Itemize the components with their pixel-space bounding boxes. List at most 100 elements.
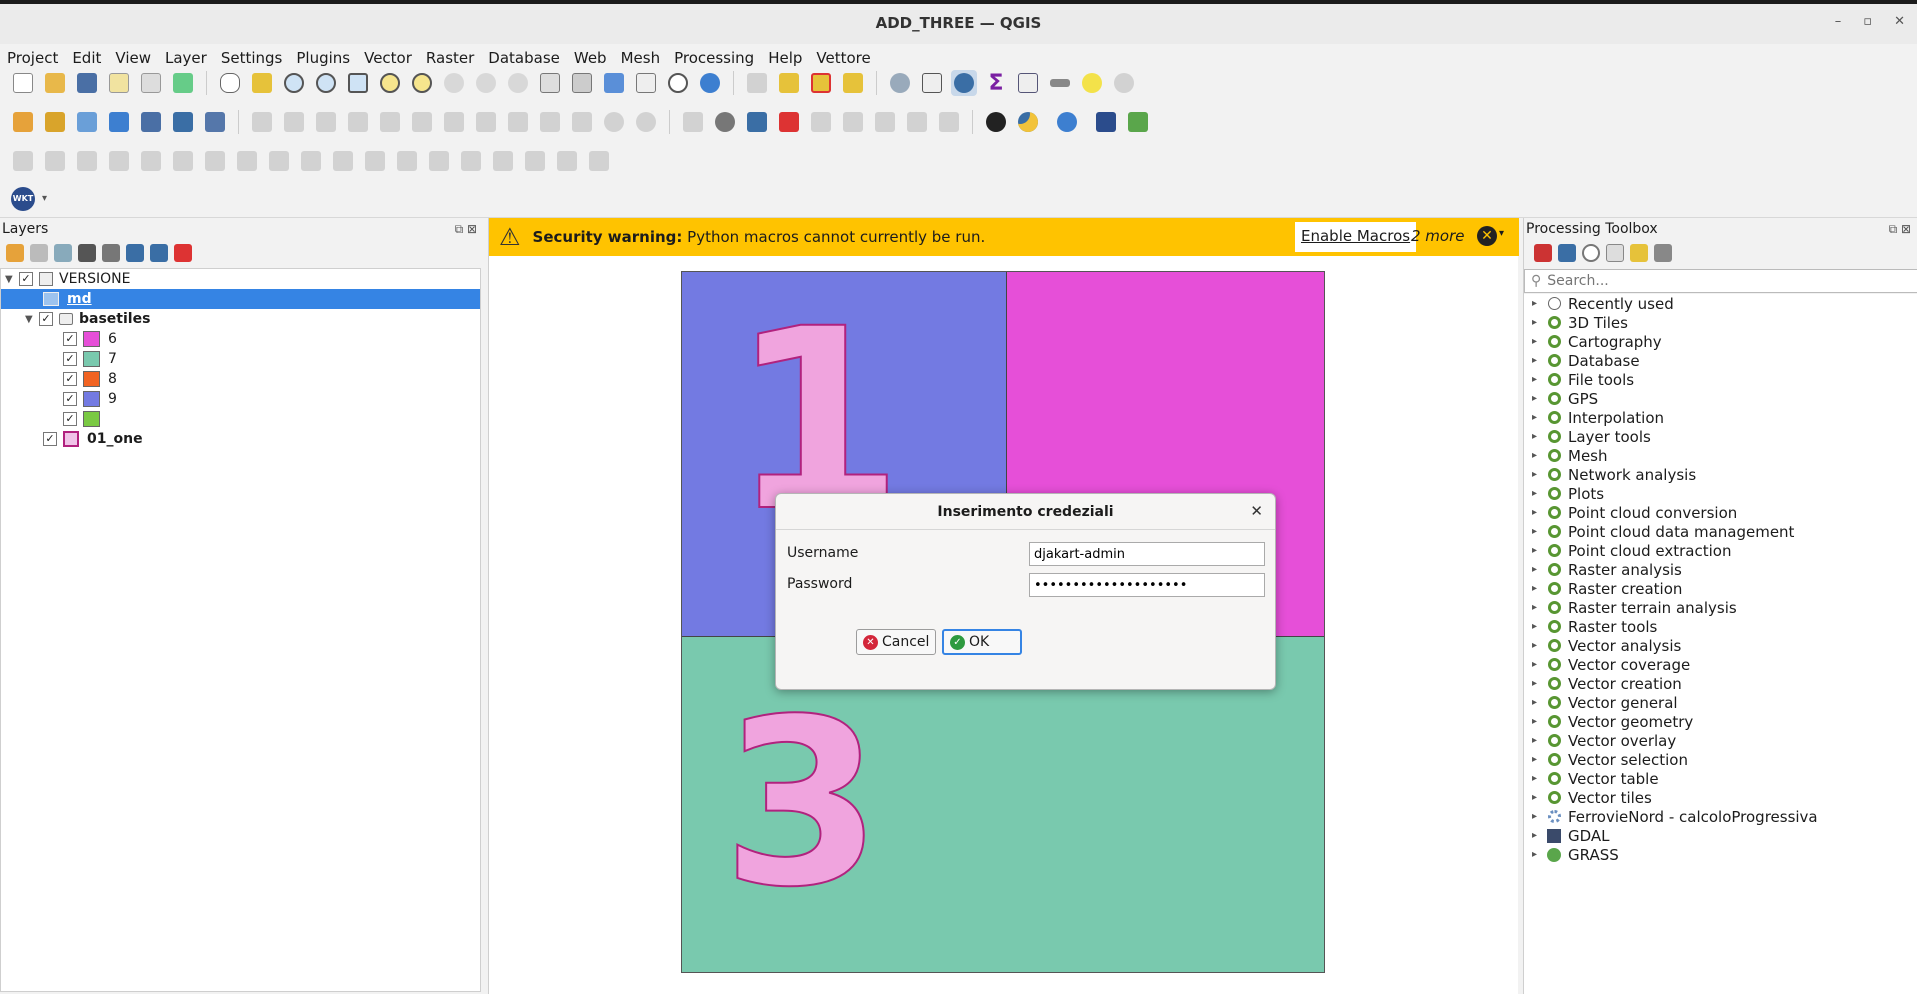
temporal-controller-icon[interactable]	[665, 70, 691, 96]
rotate-feature-icon[interactable]	[74, 148, 100, 174]
merge-attributes-icon[interactable]	[490, 148, 516, 174]
chevron-right-icon[interactable]: ▸	[1532, 830, 1546, 841]
class-checkbox[interactable]: ✓	[63, 372, 77, 386]
toolbox-item[interactable]: ▸ Layer tools	[1524, 427, 1917, 446]
chevron-right-icon[interactable]: ▸	[1532, 488, 1546, 499]
help-icon[interactable]	[1093, 109, 1119, 135]
measure-icon[interactable]	[1047, 70, 1073, 96]
maximize-button[interactable]: ▫	[1863, 14, 1872, 29]
chevron-right-icon[interactable]: ▸	[1532, 754, 1546, 765]
toolbox-item[interactable]: ▸ Point cloud data management	[1524, 522, 1917, 541]
chevron-right-icon[interactable]: ▸	[1532, 621, 1546, 632]
show-hide-label-icon[interactable]	[904, 109, 930, 135]
toolbox-item[interactable]: ▸ FerrovieNord - calcoloProgressiva	[1524, 807, 1917, 826]
select-by-value-icon[interactable]	[776, 70, 802, 96]
toolbox-item[interactable]: ▸ Raster terrain analysis	[1524, 598, 1917, 617]
chevron-right-icon[interactable]: ▸	[1532, 545, 1546, 556]
chevron-right-icon[interactable]: ▸	[1532, 526, 1546, 537]
chevron-right-icon[interactable]: ▸	[1532, 469, 1546, 480]
layer-row-md[interactable]: md	[1, 289, 480, 309]
zoom-out-icon[interactable]	[313, 70, 339, 96]
toolbox-item[interactable]: ▸ Recently used	[1524, 294, 1917, 313]
new-spatialite-icon[interactable]	[106, 109, 132, 135]
open-project-icon[interactable]	[42, 70, 68, 96]
chevron-right-icon[interactable]: ▸	[1532, 431, 1546, 442]
toolbox-item[interactable]: ▸ Vector creation	[1524, 674, 1917, 693]
redo-icon[interactable]	[633, 109, 659, 135]
add-ring-icon[interactable]	[170, 148, 196, 174]
statistics-sigma-icon[interactable]: Σ	[983, 70, 1009, 96]
models-icon[interactable]	[1534, 244, 1552, 262]
new-shapefile-icon[interactable]	[74, 109, 100, 135]
scale-feature-icon[interactable]	[106, 148, 132, 174]
chevron-right-icon[interactable]: ▸	[1532, 659, 1546, 670]
copy-features-icon[interactable]	[537, 109, 563, 135]
toolbox-item[interactable]: ▸ Vector tiles	[1524, 788, 1917, 807]
style-panel-icon[interactable]	[6, 244, 24, 262]
digitize-icon[interactable]	[345, 109, 371, 135]
attributes-chart-icon[interactable]	[919, 70, 945, 96]
label-abc-icon[interactable]	[776, 109, 802, 135]
fill-ring-icon[interactable]	[234, 148, 260, 174]
label-properties-icon[interactable]	[936, 109, 962, 135]
class-row-8[interactable]: ✓ 8	[1, 369, 480, 389]
chevron-right-icon[interactable]: ▸	[1532, 450, 1546, 461]
open-data-source-icon[interactable]	[10, 109, 36, 135]
collapse-all-icon[interactable]	[150, 244, 168, 262]
layer-row-versione[interactable]: ▼ ✓ VERSIONE	[1, 269, 480, 289]
chevron-down-icon[interactable]: ▼	[25, 314, 39, 325]
chevron-right-icon[interactable]: ▸	[1532, 640, 1546, 651]
move-label-icon[interactable]	[808, 109, 834, 135]
chevron-down-icon[interactable]: ▾	[1499, 228, 1504, 239]
split-features-icon[interactable]	[394, 148, 420, 174]
chevron-right-icon[interactable]: ▸	[1532, 355, 1546, 366]
toolbox-item[interactable]: ▸ Vector geometry	[1524, 712, 1917, 731]
class-row-6[interactable]: ✓ 6	[1, 329, 480, 349]
class-checkbox[interactable]: ✓	[63, 392, 77, 406]
toolbox-item[interactable]: ▸ Point cloud conversion	[1524, 503, 1917, 522]
toolbox-item[interactable]: ▸ Vector coverage	[1524, 655, 1917, 674]
toolbox-search[interactable]: ⚲	[1524, 269, 1917, 293]
results-viewer-icon[interactable]	[1606, 244, 1624, 262]
change-label-icon[interactable]	[872, 109, 898, 135]
layer-checkbox[interactable]: ✓	[39, 312, 53, 326]
new-map-view-icon[interactable]	[537, 70, 563, 96]
save-project-icon[interactable]	[74, 70, 100, 96]
add-vector-icon[interactable]	[202, 109, 228, 135]
split-parts-icon[interactable]	[426, 148, 452, 174]
remove-layer-icon[interactable]	[174, 244, 192, 262]
toolbox-item[interactable]: ▸ Point cloud extraction	[1524, 541, 1917, 560]
chevron-right-icon[interactable]: ▸	[1532, 773, 1546, 784]
label-pin-icon[interactable]	[712, 109, 738, 135]
class-checkbox[interactable]: ✓	[63, 412, 77, 426]
zoom-next-icon[interactable]	[505, 70, 531, 96]
more-messages-label[interactable]: 2 more	[1411, 227, 1465, 245]
layer-checkbox[interactable]: ✓	[19, 272, 33, 286]
chevron-right-icon[interactable]: ▸	[1532, 298, 1546, 309]
chevron-right-icon[interactable]: ▸	[1532, 393, 1546, 404]
merge-features-icon[interactable]	[458, 148, 484, 174]
chevron-right-icon[interactable]: ▸	[1532, 564, 1546, 575]
delete-part-icon[interactable]	[298, 148, 324, 174]
chevron-right-icon[interactable]: ▸	[1532, 412, 1546, 423]
new-print-layout-icon[interactable]	[106, 70, 132, 96]
toolbox-item[interactable]: ▸ Interpolation	[1524, 408, 1917, 427]
chevron-down-icon[interactable]: ▼	[5, 274, 19, 285]
toolbox-item[interactable]: ▸ Vector general	[1524, 693, 1917, 712]
history-icon[interactable]	[1582, 244, 1600, 262]
chevron-right-icon[interactable]: ▸	[1532, 507, 1546, 518]
offset-curve-icon[interactable]	[362, 148, 388, 174]
processing-gear-icon[interactable]	[951, 70, 977, 96]
plugin-reload-icon[interactable]	[1125, 109, 1151, 135]
toolbox-item[interactable]: ▸ GRASS	[1524, 845, 1917, 864]
edit-features-in-place-icon[interactable]	[1630, 244, 1648, 262]
toolbox-item[interactable]: ▸ GDAL	[1524, 826, 1917, 845]
zoom-layer-icon[interactable]	[409, 70, 435, 96]
label-tool-icon[interactable]	[680, 109, 706, 135]
zoom-in-icon[interactable]	[281, 70, 307, 96]
toolbox-item[interactable]: ▸ Raster tools	[1524, 617, 1917, 636]
chevron-right-icon[interactable]: ▸	[1532, 602, 1546, 613]
chevron-right-icon[interactable]: ▸	[1532, 583, 1546, 594]
rotate-symbols-icon[interactable]	[522, 148, 548, 174]
enable-macros-button[interactable]: Enable Macros	[1295, 222, 1417, 252]
